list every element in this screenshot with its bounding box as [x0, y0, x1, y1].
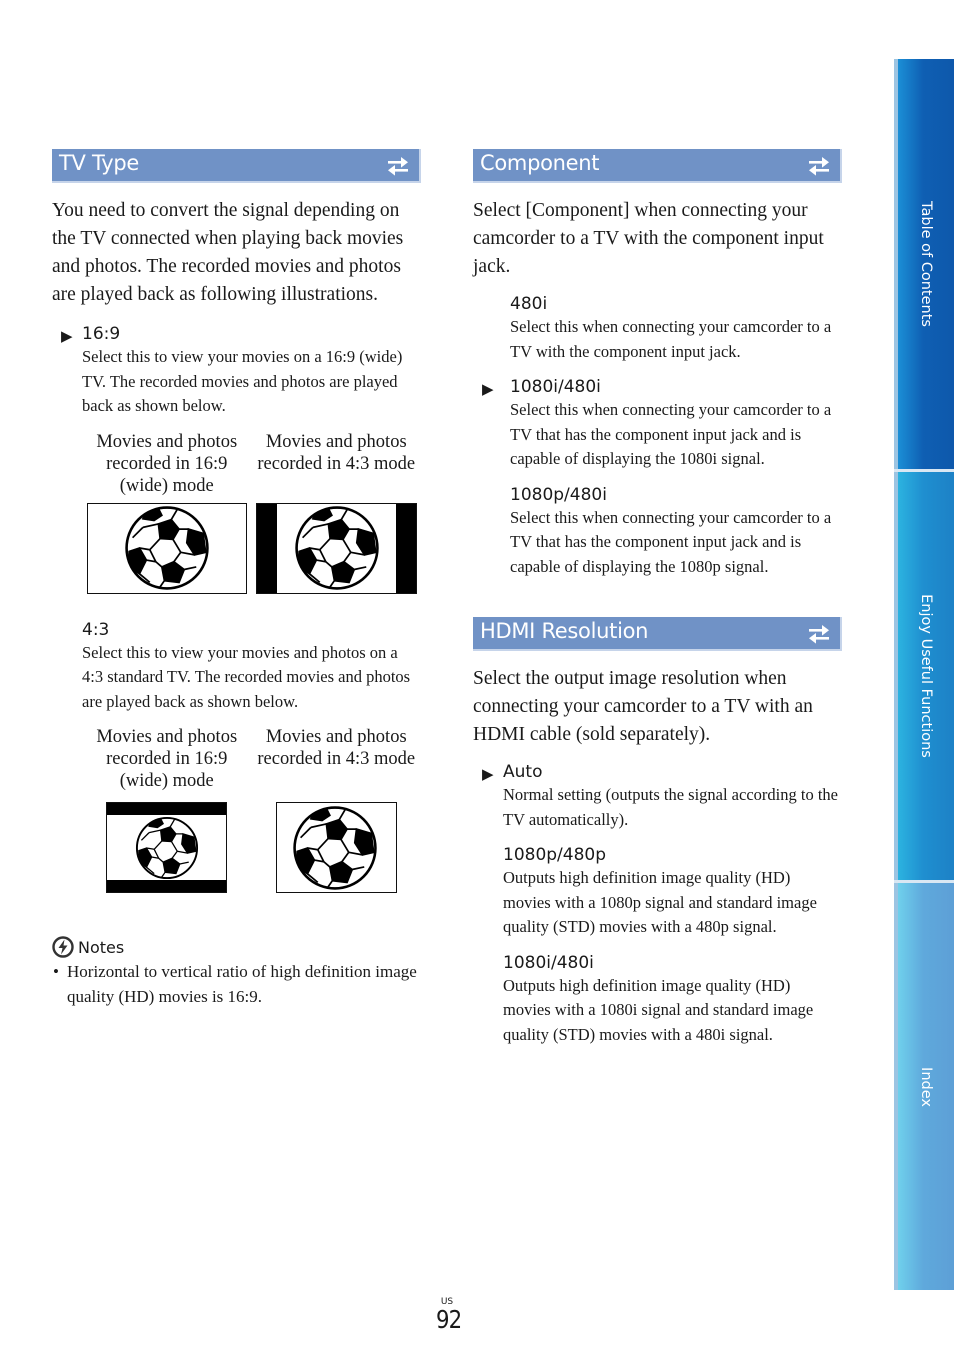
- section-intro: Select [Component] when connecting your …: [473, 200, 824, 277]
- caption-4-3-mode: Movies and photos recorded in 4:3 mode: [257, 727, 416, 769]
- illustration-captions: Movies and photos recorded in 16:9 (wide…: [82, 431, 421, 497]
- option-4-3: 4:3 Select this to view your movies and …: [52, 619, 421, 715]
- hdmi-resolution-section: HDMI Resolution Select the output image …: [473, 617, 842, 1047]
- option-description: Normal setting (outputs the signal accor…: [503, 785, 838, 829]
- soccer-ball-icon: [124, 505, 210, 591]
- option-label: 4:3: [82, 619, 110, 640]
- option-description: Outputs high definition image quality (H…: [503, 975, 814, 1044]
- option-1080i-480i: ▶ 1080i/480i Select this when connecting…: [473, 376, 842, 472]
- soccer-ball-icon: [294, 505, 380, 591]
- section-header-tv-type: TV Type: [52, 149, 421, 183]
- option-16-9: ▶ 16:9 Select this to view your movies o…: [52, 323, 421, 419]
- component-section: Component Select [Component] when connec…: [473, 149, 842, 1047]
- tab-table-of-contents[interactable]: Table of Contents: [894, 59, 954, 469]
- option-label: 1080p/480i: [510, 484, 607, 505]
- pillarbox-bar: [396, 503, 416, 593]
- section-intro: You need to convert the signal depending…: [52, 200, 404, 305]
- standard-tv-illustration-16-9-content: [106, 802, 227, 893]
- option-label: 1080i/480i: [503, 952, 594, 973]
- caption-4-3-mode: Movies and photos recorded in 4:3 mode: [257, 431, 416, 474]
- tab-label: Table of Contents: [918, 201, 934, 327]
- letterbox-bar: [107, 803, 226, 815]
- section-title: HDMI Resolution: [480, 619, 649, 643]
- pillarbox-bar: [257, 503, 277, 593]
- option-label: 16:9: [82, 324, 121, 344]
- standard-tv-illustration-4-3-content: [276, 802, 397, 893]
- option-description: Select this when connecting your camcord…: [510, 317, 832, 361]
- tab-index[interactable]: Index: [894, 883, 954, 1290]
- soccer-ball-icon: [135, 816, 199, 880]
- option-label: 1080i/480i: [510, 377, 601, 397]
- tab-enjoy-useful-functions[interactable]: Enjoy Useful Functions: [894, 472, 954, 880]
- illustration-captions: Movies and photos recorded in 16:9 (wide…: [82, 726, 421, 792]
- default-marker-icon: ▶: [61, 329, 73, 345]
- default-marker-icon: ▶: [482, 382, 494, 398]
- option-1080i-480i-hdmi: 1080i/480i Outputs high definition image…: [473, 952, 842, 1048]
- return-arrows-icon[interactable]: [808, 623, 830, 645]
- option-1080p-480p: 1080p/480p Outputs high definition image…: [473, 844, 842, 940]
- section-header-component: Component: [473, 149, 842, 183]
- option-label: 480i: [510, 294, 548, 314]
- letterbox-bar: [107, 880, 226, 892]
- side-navigation: Table of Contents Enjoy Useful Functions…: [894, 59, 954, 1291]
- section-title: Component: [480, 151, 600, 175]
- section-intro: Select the output image resolution when …: [473, 668, 813, 745]
- notes-lightning-icon: [52, 936, 74, 958]
- option-label: Auto: [503, 762, 543, 782]
- illustrations-16-9-tv: [52, 502, 421, 599]
- tv-type-section: TV Type You need to convert the signal d…: [52, 149, 421, 1009]
- option-description: Select this to view your movies and phot…: [82, 642, 411, 711]
- option-1080p-480i: 1080p/480i Select this when connecting y…: [473, 484, 842, 580]
- option-480i: 480i Select this when connecting your ca…: [473, 293, 842, 364]
- option-description: Select this when connecting your camcord…: [510, 507, 832, 576]
- option-description: Outputs high definition image quality (H…: [503, 868, 817, 936]
- section-header-hdmi-resolution: HDMI Resolution: [473, 617, 842, 651]
- option-label: 1080p/480p: [503, 845, 607, 865]
- page-number-value: 92: [435, 1305, 462, 1334]
- page-number: US 92: [434, 1297, 462, 1334]
- bullet: •: [53, 962, 59, 981]
- wide-tv-illustration-4-3-content: [256, 502, 417, 594]
- default-marker-icon: ▶: [482, 767, 494, 783]
- option-description: Select this to view your movies on a 16:…: [82, 347, 403, 415]
- wide-tv-illustration-16-9-content: [87, 502, 247, 594]
- note-text: Horizontal to vertical ratio of high def…: [67, 962, 417, 1006]
- option-description: Select this when connecting your camcord…: [510, 400, 832, 468]
- return-arrows-icon[interactable]: [808, 155, 830, 177]
- section-title: TV Type: [59, 151, 140, 175]
- notes-title: Notes: [78, 937, 125, 957]
- soccer-ball-icon: [292, 805, 378, 891]
- note-item: • Horizontal to vertical ratio of high d…: [52, 960, 421, 1009]
- notes-header: Notes: [52, 936, 421, 958]
- tab-label: Enjoy Useful Functions: [918, 594, 934, 758]
- illustrations-4-3-tv: [52, 802, 421, 898]
- return-arrows-icon[interactable]: [387, 155, 409, 177]
- caption-16-9-mode: Movies and photos recorded in 16:9 (wide…: [96, 431, 238, 496]
- tab-label: Index: [918, 1066, 934, 1107]
- option-auto: ▶ Auto Normal setting (outputs the signa…: [473, 761, 842, 832]
- caption-16-9-mode: Movies and photos recorded in 16:9 (wide…: [96, 727, 238, 791]
